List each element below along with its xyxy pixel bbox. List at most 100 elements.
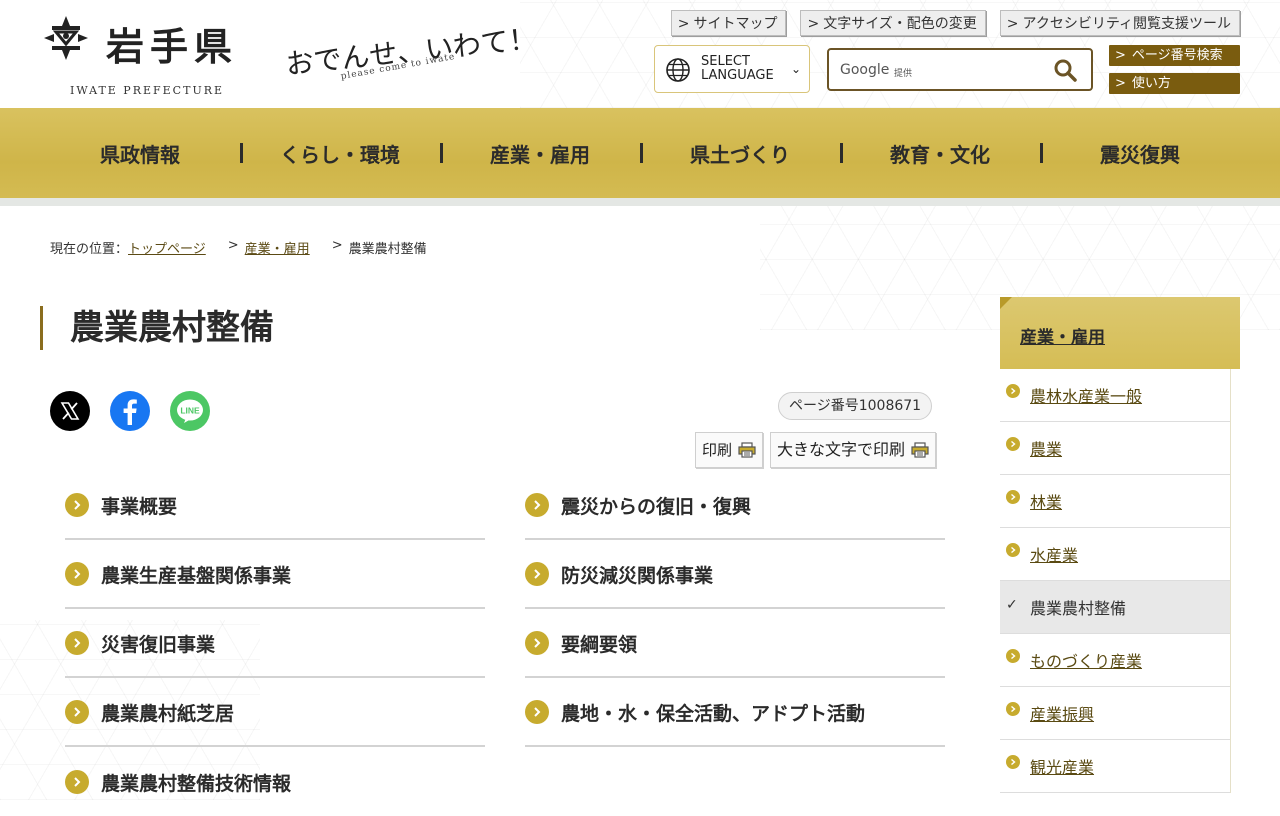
printer-icon [738, 442, 756, 458]
arrow-right-icon [65, 770, 89, 794]
sitemap-label: サイトマップ [693, 16, 778, 32]
link-label: 防災減災関係事業 [561, 564, 714, 587]
bullet-icon [1006, 755, 1020, 769]
list-item[interactable]: 要綱要領 [525, 610, 945, 678]
page-title: 農業農村整備 [40, 306, 274, 350]
link-label: 災害復旧事業 [101, 633, 216, 656]
bullet-icon [1006, 702, 1020, 716]
site-logo[interactable]: 岩手県 IWATE PREFECTURE [40, 12, 270, 102]
text-size-color-label: 文字サイズ・配色の変更 [823, 16, 977, 32]
gnav-item-prefectural-info[interactable]: 県政情報 [40, 108, 240, 198]
sidebar-item-label: 農林水産業一般 [1030, 387, 1143, 406]
gnav-item-industry-employment[interactable]: 産業・雇用 [440, 108, 640, 198]
print-label: 印刷 [702, 441, 733, 459]
breadcrumb: 現在の位置： トップページ > 産業・雇用 > 農業農村整備 [50, 238, 427, 257]
sidebar: 産業・雇用 農林水産業一般 農業 林業 水産業 ✓ 農業農村整備 ものづくり産業 [1000, 297, 1240, 800]
x-share-button[interactable] [50, 391, 90, 431]
link-label: 農業農村整備技術情報 [101, 772, 292, 795]
accessibility-tool-link[interactable]: > アクセシビリティ閲覧支援ツール [999, 10, 1240, 36]
gnav-item-disaster-recovery[interactable]: 震災復興 [1040, 108, 1240, 198]
sidebar-item-forestry[interactable]: 林業 [1000, 475, 1230, 528]
search-provided-label: 提供 [894, 69, 913, 79]
logo-title: 岩手県 [106, 24, 239, 69]
sidebar-heading: 産業・雇用 [1000, 297, 1240, 369]
social-share: LINE [50, 391, 210, 431]
line-logo-text: LINE [180, 406, 200, 416]
language-label-line1: SELECT [701, 54, 750, 69]
gnav-item-land-development[interactable]: 県土づくり [640, 108, 840, 198]
prefecture-emblem-icon [44, 16, 88, 60]
print-large-text-button[interactable]: 大きな文字で印刷 [770, 432, 937, 468]
search-icon[interactable] [1053, 58, 1077, 82]
list-item[interactable]: 防災減災関係事業 [525, 541, 945, 609]
accessibility-tool-label: アクセシビリティ閲覧支援ツール [1022, 16, 1231, 32]
language-label-line2: LANGUAGE [701, 68, 774, 83]
breadcrumb-link-top[interactable]: トップページ [128, 238, 206, 257]
sidebar-item-fishery[interactable]: 水産業 [1000, 528, 1230, 581]
arrow-right-icon [525, 700, 549, 724]
nav-divider [0, 198, 1280, 206]
chevron-right-icon: > [807, 16, 820, 32]
text-size-color-link[interactable]: > 文字サイズ・配色の変更 [800, 10, 986, 36]
slogan: おでんせ、いわて！ please come to iwate [284, 10, 538, 90]
gnav-item-education-culture[interactable]: 教育・文化 [840, 108, 1040, 198]
sidebar-item-tourism[interactable]: 観光産業 [1000, 740, 1230, 793]
sidebar-item-label: 水産業 [1030, 546, 1079, 565]
sidebar-heading-link[interactable]: 産業・雇用 [1020, 323, 1105, 348]
link-label: 農業農村紙芝居 [101, 702, 235, 725]
list-item[interactable]: 事業概要 [65, 472, 485, 540]
bullet-icon [1006, 490, 1020, 504]
site-header: 岩手県 IWATE PREFECTURE おでんせ、いわて！ please co… [0, 0, 1280, 108]
slogan-text: おでんせ、いわて！ [284, 21, 539, 82]
sidebar-item-agriculture-forestry-fishery[interactable]: 農林水産業一般 [1000, 369, 1230, 422]
list-item[interactable]: 災害復旧事業 [65, 610, 485, 678]
list-item[interactable]: 震災からの復旧・復興 [525, 472, 945, 540]
list-item[interactable]: 農業生産基盤関係事業 [65, 541, 485, 609]
arrow-right-icon [65, 493, 89, 517]
print-button[interactable]: 印刷 [695, 432, 764, 468]
logo-subtitle: IWATE PREFECTURE [70, 84, 225, 97]
link-label: 震災からの復旧・復興 [561, 495, 752, 518]
chevron-down-icon: ⌄ [790, 62, 801, 76]
sidebar-item-manufacturing[interactable]: ものづくり産業 [1000, 634, 1230, 687]
arrow-right-icon [65, 562, 89, 586]
x-icon [60, 402, 80, 420]
sidebar-item-agriculture[interactable]: 農業 [1000, 422, 1230, 475]
breadcrumb-separator: > [227, 238, 239, 253]
breadcrumb-separator: > [331, 238, 343, 253]
how-to-use-label: 使い方 [1131, 76, 1171, 91]
list-item[interactable]: 農地・水・保全活動、アドプト活動 [525, 679, 945, 747]
gnav-item-living-environment[interactable]: くらし・環境 [240, 108, 440, 198]
language-label: SELECT LANGUAGE [701, 55, 774, 83]
print-large-label: 大きな文字で印刷 [777, 440, 906, 459]
sidebar-item-label: 林業 [1030, 493, 1063, 512]
facebook-icon [123, 399, 137, 425]
corner-decoration [1000, 297, 1012, 309]
sidebar-item-rural-development[interactable]: ✓ 農業農村整備 [1000, 581, 1230, 634]
how-to-use-button[interactable]: > 使い方 [1109, 73, 1240, 94]
link-label: 農地・水・保全活動、アドプト活動 [561, 702, 866, 725]
sidebar-item-industry-promotion[interactable]: 産業振興 [1000, 687, 1230, 740]
facebook-share-button[interactable] [110, 391, 150, 431]
global-navigation: 県政情報 くらし・環境 産業・雇用 県土づくり 教育・文化 震災復興 [0, 108, 1280, 198]
arrow-right-icon [525, 562, 549, 586]
site-search[interactable]: Google 提供 [827, 48, 1093, 91]
breadcrumb-prefix: 現在の位置： [50, 242, 129, 257]
line-icon: LINE [177, 399, 203, 423]
language-select[interactable]: SELECT LANGUAGE ⌄ [654, 45, 810, 93]
list-item[interactable]: 農業農村紙芝居 [65, 679, 485, 747]
sidebar-list: 農林水産業一般 農業 林業 水産業 ✓ 農業農村整備 ものづくり産業 産業振興 [1000, 369, 1231, 793]
bullet-icon [1006, 437, 1020, 451]
page-number-search-label: ページ番号検索 [1131, 48, 1223, 63]
link-label: 農業生産基盤関係事業 [101, 564, 292, 587]
chevron-right-icon: > [677, 16, 690, 32]
sitemap-link[interactable]: > サイトマップ [670, 10, 787, 36]
sidebar-item-label: 産業振興 [1030, 705, 1095, 724]
page-number-search-button[interactable]: > ページ番号検索 [1109, 45, 1240, 66]
link-label: 要綱要領 [561, 633, 638, 656]
list-item[interactable]: 農業農村整備技術情報 [65, 748, 485, 816]
line-share-button[interactable]: LINE [170, 391, 210, 431]
breadcrumb-link-industry[interactable]: 産業・雇用 [245, 238, 310, 257]
bullet-icon [1006, 543, 1020, 557]
check-icon: ✓ [1006, 597, 1018, 613]
